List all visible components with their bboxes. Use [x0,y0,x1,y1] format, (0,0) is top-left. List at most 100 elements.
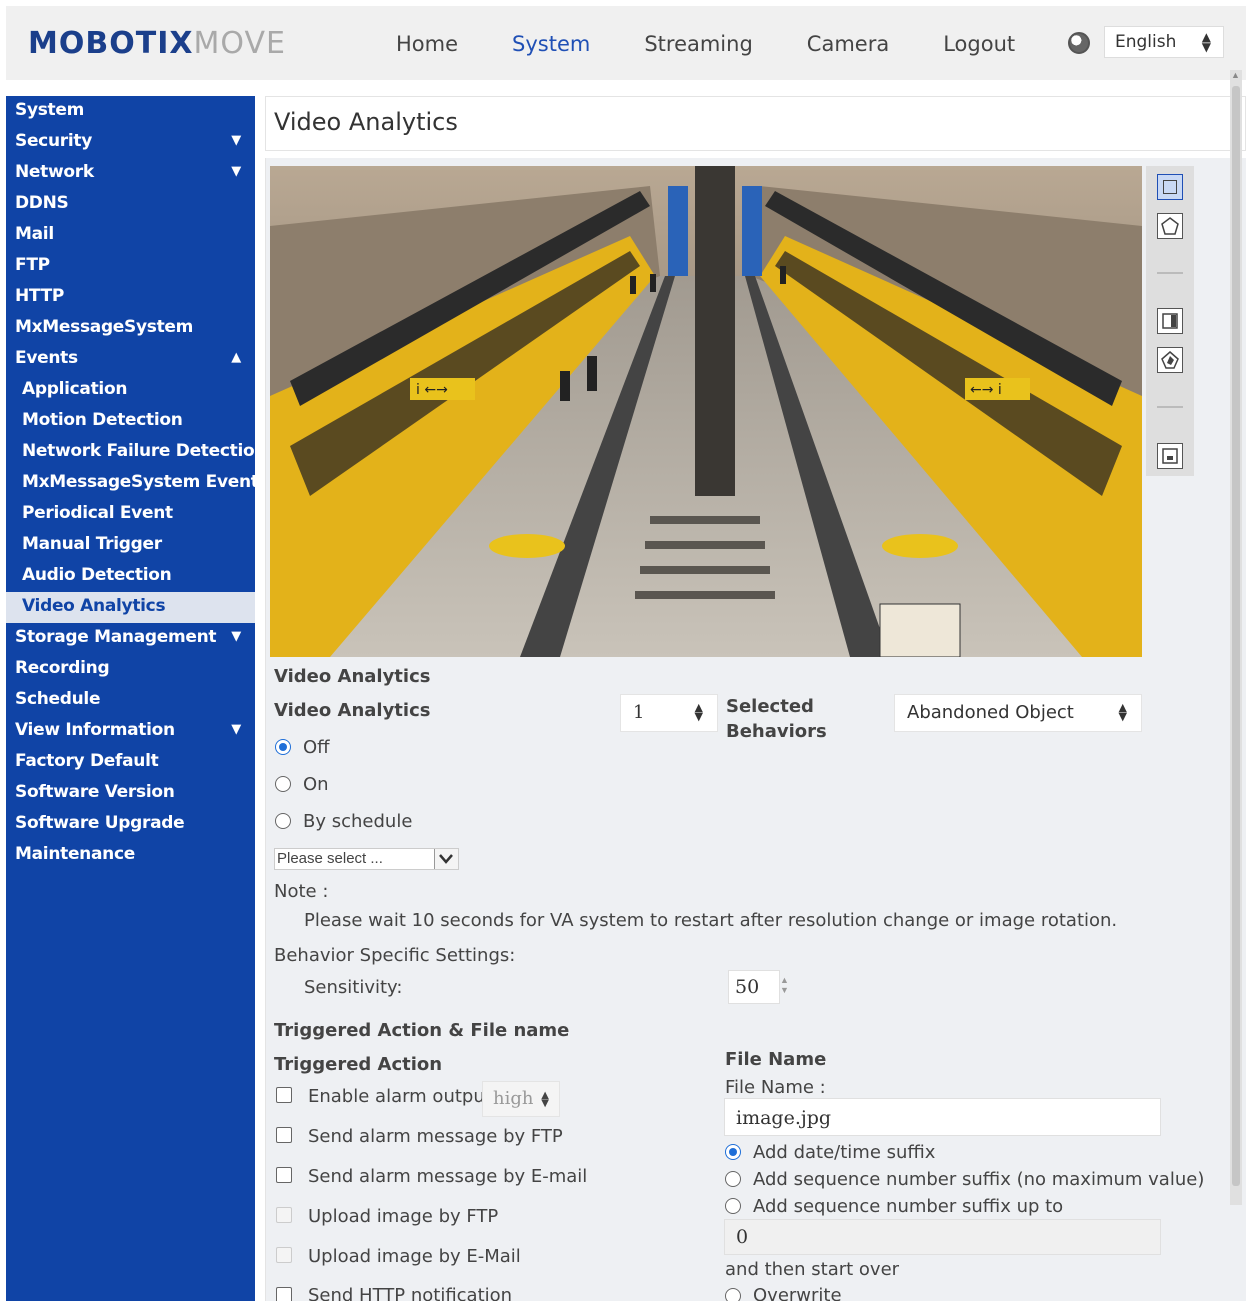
caret-up-icon[interactable]: ▲ [231,350,241,365]
nav-home[interactable]: Home [396,32,458,56]
sidebar-item-manual-trigger[interactable]: Manual Trigger [6,530,255,561]
nav-system[interactable]: System [512,32,590,56]
sidebar-item-mail[interactable]: Mail [6,220,255,251]
nav-logout[interactable]: Logout [943,32,1015,56]
file-name-input[interactable]: image.jpg [724,1098,1161,1136]
sidebar-item-system[interactable]: System [6,96,255,127]
toolstrip-divider [1157,406,1183,408]
sidebar-item-label: FTP [15,255,50,275]
top-header: MOBOTIXMOVE Home System Streaming Camera… [6,6,1246,80]
mobotix-logo[interactable]: MOBOTIXMOVE [28,26,286,61]
datetime-suffix-radio[interactable] [725,1144,741,1160]
radio-by-schedule[interactable] [275,813,291,829]
caret-down-icon[interactable]: ▼ [231,629,241,644]
sign-right-text: ←→ i [970,382,1002,398]
behavior-settings-label: Behavior Specific Settings: [274,945,516,966]
enable-alarm-checkbox[interactable] [276,1087,292,1103]
chevron-down-icon [439,854,453,864]
upload-ftp-checkbox[interactable] [276,1207,292,1223]
ftp-message-checkbox[interactable] [276,1127,292,1143]
sidebar-item-application[interactable]: Application [6,375,255,406]
sidebar-item-ftp[interactable]: FTP [6,251,255,282]
sidebar-item-network[interactable]: Network ▼ [6,158,255,189]
minimize-icon[interactable] [1157,443,1183,469]
top-nav: Home System Streaming Camera Logout [396,32,1069,56]
sidebar: System Security ▼ Network ▼ DDNS Mail FTP HTTP Mx… [6,96,266,1301]
overwrite-radio[interactable] [725,1288,741,1301]
sidebar-item-label: Application [22,379,128,399]
behavior-select[interactable]: Abandoned Object ▲ ▼ [894,694,1142,732]
scrollbar-thumb[interactable] [1232,86,1240,1186]
sidebar-item-audio-detection[interactable]: Audio Detection [6,561,255,592]
va-instance-select[interactable]: 1 ▲ ▼ [620,694,718,732]
sidebar-item-ddns[interactable]: DDNS [6,189,255,220]
radio-on[interactable] [275,776,291,792]
sidebar-item-security[interactable]: Security ▼ [6,127,255,158]
dropdown-button[interactable] [434,849,458,869]
scroll-up-icon[interactable]: ▲ [1231,70,1240,80]
sidebar-item-factory-default[interactable]: Factory Default [6,747,255,778]
sidebar-item-label: Network [15,162,94,182]
sidebar-item-mxmessagesystem-event[interactable]: MxMessageSystem Event [6,468,259,499]
rectangle-tool-icon[interactable] [1157,174,1183,200]
sidebar-item-http[interactable]: HTTP [6,282,255,313]
sidebar-item-view-information[interactable]: View Information ▼ [6,716,255,747]
language-value: English [1115,32,1177,52]
sidebar-item-storage-management[interactable]: Storage Management ▼ [6,623,255,654]
sidebar-item-mxmessagesystem[interactable]: MxMessageSystem [6,313,255,344]
seq-nomax-radio[interactable] [725,1171,741,1187]
sidebar-item-maintenance[interactable]: Maintenance [6,840,255,871]
caret-down-icon[interactable]: ▼ [231,164,241,179]
sidebar-item-label: Storage Management [15,627,217,647]
sign-left-text: i ←→ [416,382,448,398]
sidebar-item-periodical-event[interactable]: Periodical Event [6,499,255,530]
sensitivity-label: Sensitivity: [304,977,403,998]
drawing-toolstrip [1146,166,1194,476]
polygon-tool-icon[interactable] [1157,213,1183,239]
sidebar-item-schedule[interactable]: Schedule [6,685,255,716]
sidebar-item-motion-detection[interactable]: Motion Detection [6,406,255,437]
radio-off[interactable] [275,739,291,755]
sidebar-item-label: Recording [15,658,110,678]
triggered-section-title: Triggered Action & File name [274,1020,570,1041]
sidebar-item-label: MxMessageSystem Event [22,472,259,492]
nav-camera[interactable]: Camera [807,32,889,56]
caret-down-icon[interactable]: ▼ [231,133,241,148]
polygon-exclude-icon[interactable] [1157,347,1183,373]
file-name-label: File Name : [725,1077,826,1098]
sidebar-item-events[interactable]: Events ▲ [6,344,255,375]
sidebar-item-label: View Information [15,720,175,740]
selected-behaviors-label-2: Behaviors [726,721,827,742]
sidebar-item-label: Events [15,348,78,368]
nav-streaming[interactable]: Streaming [644,32,752,56]
sidebar-item-recording[interactable]: Recording [6,654,255,685]
seq-upto-input[interactable]: 0 [724,1219,1161,1255]
camera-live-view[interactable]: i ←→ ←→ i [270,166,1142,657]
email-message-checkbox[interactable] [276,1167,292,1183]
sidebar-item-software-version[interactable]: Software Version [6,778,255,809]
page-scrollbar[interactable]: ▲ [1230,70,1242,1205]
seq-upto-radio[interactable] [725,1198,741,1214]
caret-down-icon[interactable]: ▼ [231,722,241,737]
ftp-message-label: Send alarm message by FTP [308,1126,563,1147]
alarm-level-value: high [493,1088,534,1109]
sidebar-item-label: Periodical Event [22,503,173,523]
enable-alarm-label: Enable alarm output [308,1086,492,1107]
rectangle-exclude-icon[interactable] [1157,308,1183,334]
note-label: Note : [274,881,329,902]
schedule-select[interactable]: Please select ... [274,848,459,870]
language-select[interactable]: English ▲ ▼ [1104,26,1224,58]
spinner-arrows-icon[interactable]: ▲ ▼ [780,975,789,995]
sidebar-item-label: Schedule [15,689,101,709]
sidebar-item-label: Video Analytics [22,596,166,616]
behavior-value: Abandoned Object [907,702,1074,723]
select-arrows-icon: ▲ ▼ [1201,30,1211,54]
sidebar-item-video-analytics[interactable]: Video Analytics [6,592,255,623]
alarm-level-select[interactable]: high ▲ ▼ [482,1081,560,1117]
sensitivity-input[interactable]: 50 [728,970,780,1004]
sidebar-item-label: Mail [15,224,54,244]
sidebar-item-software-upgrade[interactable]: Software Upgrade [6,809,255,840]
sidebar-item-network-failure-detection[interactable]: Network Failure Detection [6,437,266,468]
upload-email-checkbox[interactable] [276,1247,292,1263]
http-notify-checkbox[interactable] [276,1287,292,1301]
